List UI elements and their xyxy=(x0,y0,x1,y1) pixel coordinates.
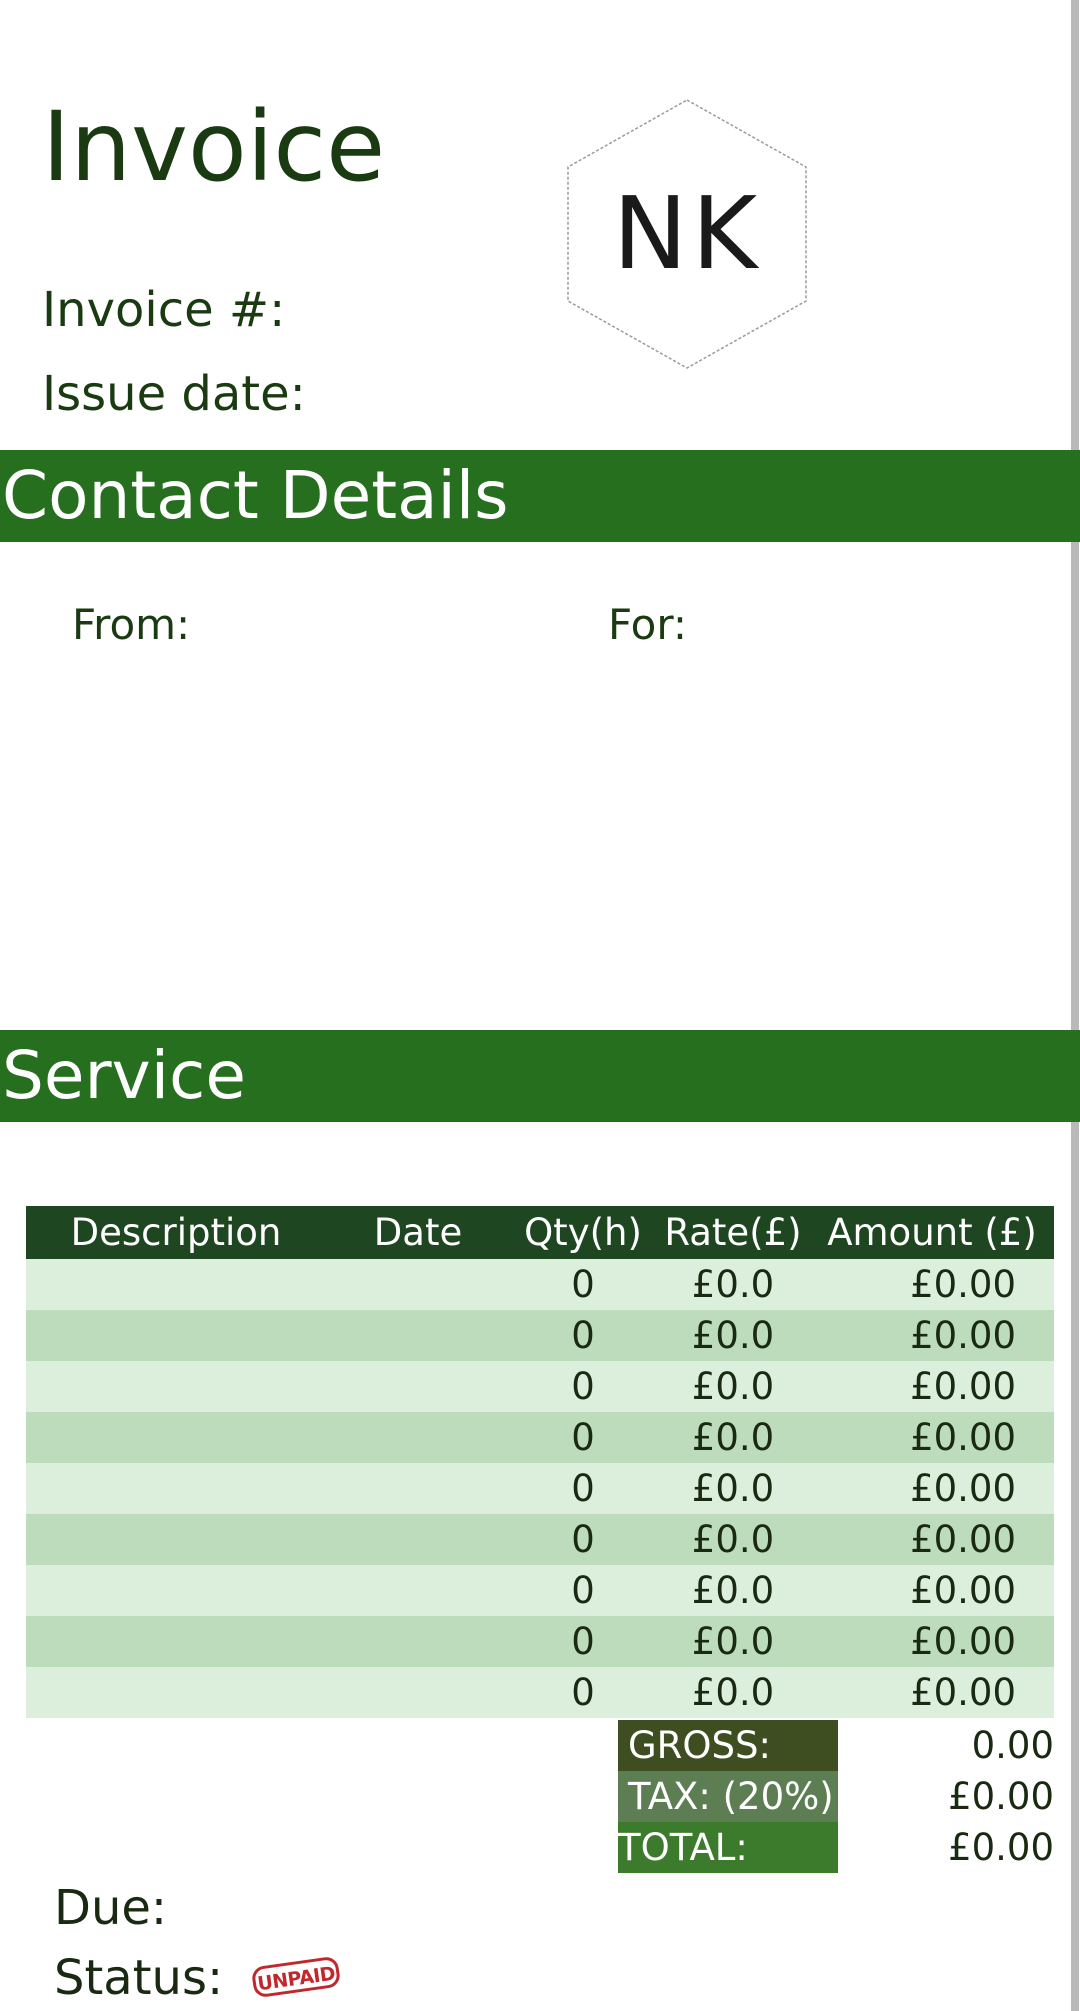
cell-description[interactable] xyxy=(26,1463,326,1514)
cell-description[interactable] xyxy=(26,1514,326,1565)
cell-rate[interactable]: £0.0 xyxy=(656,1514,810,1565)
cell-qty[interactable]: 0 xyxy=(510,1514,656,1565)
cell-rate[interactable]: £0.0 xyxy=(656,1667,810,1718)
total-row: TOTAL: £0.00 xyxy=(618,1822,1054,1873)
cell-qty[interactable]: 0 xyxy=(510,1361,656,1412)
cell-rate[interactable]: £0.0 xyxy=(656,1259,810,1310)
table-row: 0 £0.0 £0.00 xyxy=(26,1412,1054,1463)
table-row: 0 £0.0 £0.00 xyxy=(26,1667,1054,1718)
cell-amount: £0.00 xyxy=(910,1314,1016,1357)
cell-qty[interactable]: 0 xyxy=(510,1565,656,1616)
cell-qty[interactable]: 0 xyxy=(510,1667,656,1718)
contact-details-header: Contact Details xyxy=(0,450,1080,542)
cell-date[interactable] xyxy=(326,1259,510,1310)
unpaid-stamp: UNPAID xyxy=(252,1957,340,1997)
page-title: Invoice xyxy=(42,91,386,203)
table-row: 0 £0.0 £0.00 xyxy=(26,1616,1054,1667)
logo-text: NK xyxy=(613,175,761,292)
cell-description[interactable] xyxy=(26,1616,326,1667)
gross-value: 0.00 xyxy=(971,1724,1054,1767)
cell-date[interactable] xyxy=(326,1514,510,1565)
cell-date[interactable] xyxy=(326,1616,510,1667)
status-label: Status: xyxy=(54,1950,224,2006)
service-table: Description Date Qty(h) Rate(£) Amount (… xyxy=(26,1206,1054,1718)
column-header-date: Date xyxy=(373,1211,463,1254)
cell-qty[interactable]: 0 xyxy=(510,1463,656,1514)
table-row: 0 £0.0 £0.00 xyxy=(26,1259,1054,1310)
cell-date[interactable] xyxy=(326,1412,510,1463)
cell-amount: £0.00 xyxy=(910,1263,1016,1306)
cell-amount: £0.00 xyxy=(910,1671,1016,1714)
cell-rate[interactable]: £0.0 xyxy=(656,1616,810,1667)
service-header: Service xyxy=(0,1030,1080,1122)
invoice-number-label: Invoice #: xyxy=(42,282,286,338)
column-header-qty: Qty(h) xyxy=(524,1211,642,1254)
tax-row: TAX: (20%) £0.00 xyxy=(618,1771,1054,1822)
cell-amount: £0.00 xyxy=(910,1518,1016,1561)
cell-qty[interactable]: 0 xyxy=(510,1412,656,1463)
from-label: From: xyxy=(72,600,191,649)
column-header-rate: Rate(£) xyxy=(664,1211,802,1254)
scrollbar-thumb[interactable] xyxy=(1071,0,1079,2011)
gross-label: GROSS: xyxy=(618,1720,838,1771)
issue-date-label: Issue date: xyxy=(42,366,306,422)
table-row: 0 £0.0 £0.00 xyxy=(26,1310,1054,1361)
cell-qty[interactable]: 0 xyxy=(510,1310,656,1361)
cell-description[interactable] xyxy=(26,1310,326,1361)
gross-row: GROSS: 0.00 xyxy=(618,1720,1054,1771)
table-header: Description Date Qty(h) Rate(£) Amount (… xyxy=(26,1206,1054,1259)
company-logo: NK xyxy=(567,99,807,369)
cell-date[interactable] xyxy=(326,1667,510,1718)
cell-amount: £0.00 xyxy=(910,1620,1016,1663)
cell-rate[interactable]: £0.0 xyxy=(656,1565,810,1616)
table-row: 0 £0.0 £0.00 xyxy=(26,1463,1054,1514)
cell-date[interactable] xyxy=(326,1565,510,1616)
cell-description[interactable] xyxy=(26,1259,326,1310)
cell-amount: £0.00 xyxy=(910,1416,1016,1459)
for-label: For: xyxy=(608,600,688,649)
total-label: TOTAL: xyxy=(618,1822,838,1873)
cell-qty[interactable]: 0 xyxy=(510,1616,656,1667)
cell-description[interactable] xyxy=(26,1361,326,1412)
total-value: £0.00 xyxy=(948,1826,1054,1869)
cell-date[interactable] xyxy=(326,1361,510,1412)
cell-description[interactable] xyxy=(26,1565,326,1616)
cell-date[interactable] xyxy=(326,1463,510,1514)
cell-amount: £0.00 xyxy=(910,1467,1016,1510)
column-header-description: Description xyxy=(70,1211,282,1254)
table-row: 0 £0.0 £0.00 xyxy=(26,1514,1054,1565)
cell-date[interactable] xyxy=(326,1310,510,1361)
table-row: 0 £0.0 £0.00 xyxy=(26,1565,1054,1616)
cell-rate[interactable]: £0.0 xyxy=(656,1361,810,1412)
cell-amount: £0.00 xyxy=(910,1365,1016,1408)
table-row: 0 £0.0 £0.00 xyxy=(26,1361,1054,1412)
column-header-amount: Amount (£) xyxy=(827,1211,1037,1254)
cell-rate[interactable]: £0.0 xyxy=(656,1463,810,1514)
cell-qty[interactable]: 0 xyxy=(510,1259,656,1310)
cell-description[interactable] xyxy=(26,1667,326,1718)
cell-amount: £0.00 xyxy=(910,1569,1016,1612)
cell-description[interactable] xyxy=(26,1412,326,1463)
cell-rate[interactable]: £0.0 xyxy=(656,1412,810,1463)
due-label: Due: xyxy=(54,1880,168,1936)
cell-rate[interactable]: £0.0 xyxy=(656,1310,810,1361)
tax-label: TAX: (20%) xyxy=(618,1771,838,1822)
tax-value: £0.00 xyxy=(948,1775,1054,1818)
